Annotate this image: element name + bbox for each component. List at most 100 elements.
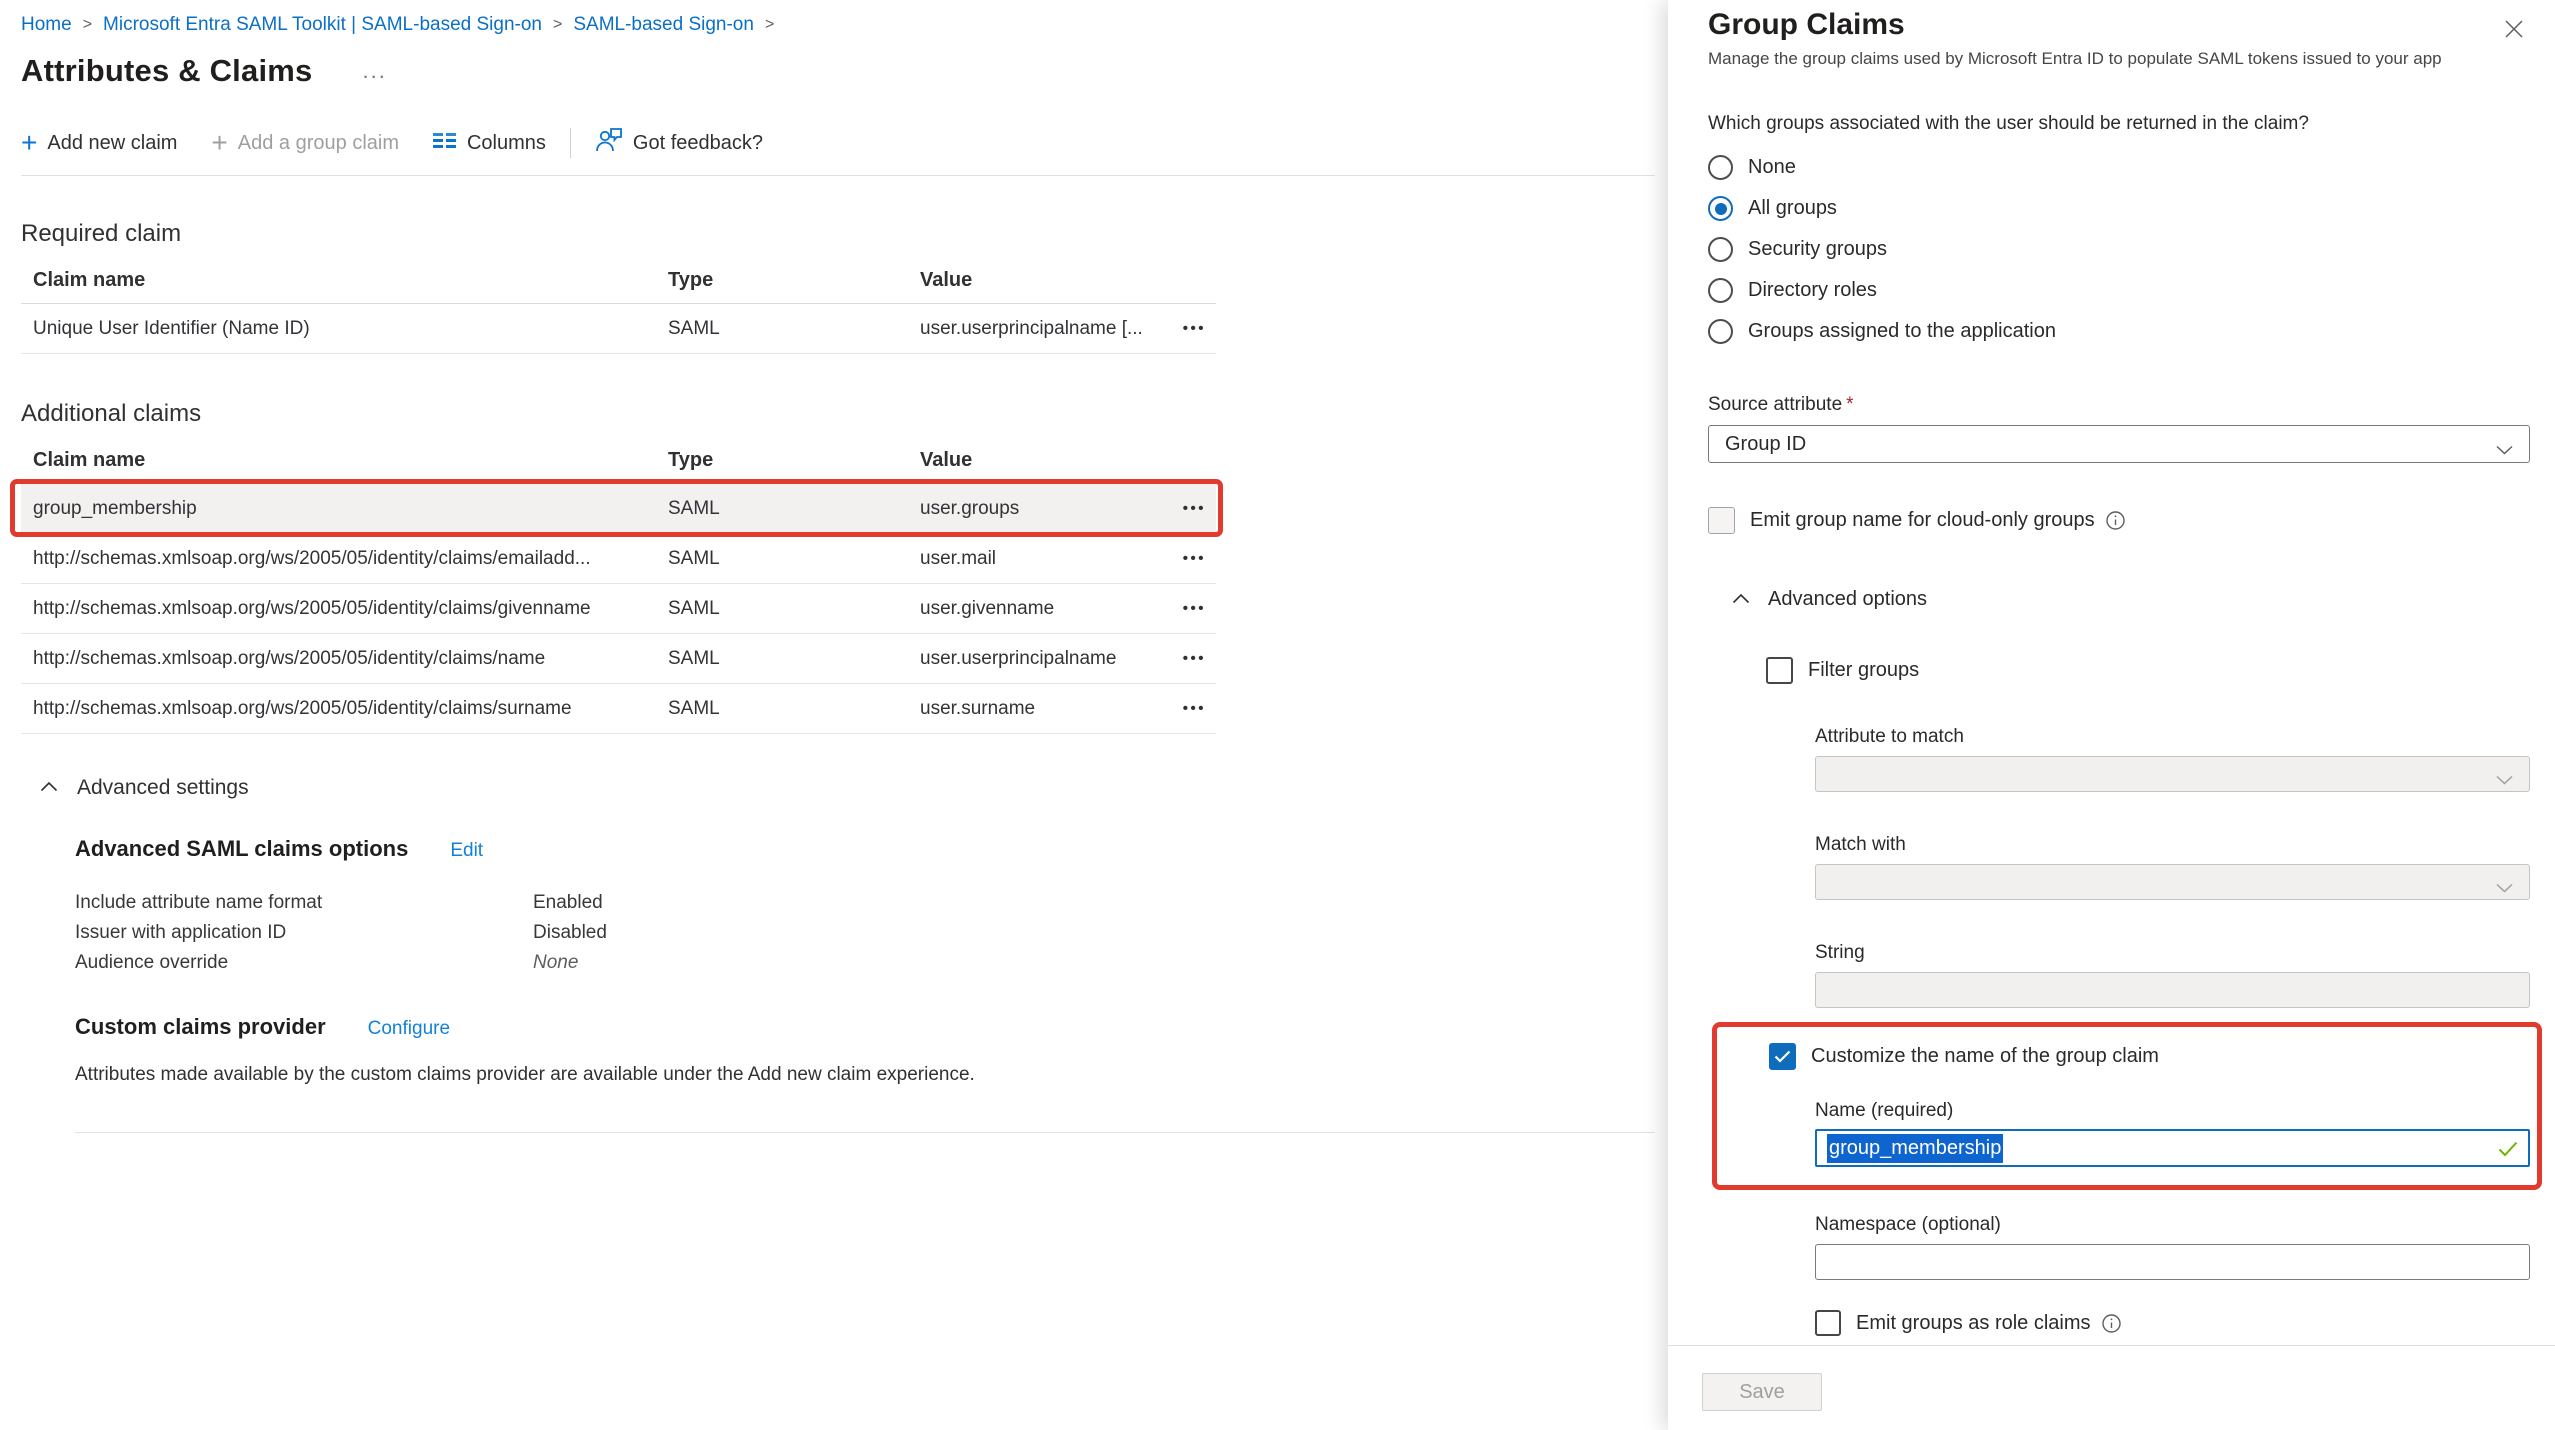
setting-row: Issuer with application ID Disabled (75, 918, 1668, 948)
commands-toolbar: + Add new claim + Add a group claim Colu… (21, 123, 1668, 163)
chevron-up-icon (1732, 591, 1750, 609)
namespace-label: Namespace (optional) (1815, 1214, 2530, 1236)
source-attribute-label: Source attribute* (1708, 394, 2530, 416)
table-row[interactable]: http://schemas.xmlsoap.org/ws/2005/05/id… (21, 634, 1216, 684)
breadcrumb-app-link[interactable]: Microsoft Entra SAML Toolkit | SAML-base… (103, 14, 542, 36)
chevron-up-icon (40, 779, 58, 797)
radio-selected-icon (1708, 196, 1733, 221)
table-row-group-membership[interactable]: group_membership SAML user.groups ••• (21, 484, 1216, 534)
radio-icon (1708, 319, 1733, 344)
group-type-question: Which groups associated with the user sh… (1708, 113, 2530, 135)
advanced-settings-toggle[interactable]: Advanced settings (40, 776, 1668, 800)
row-more-actions-icon[interactable]: ••• (1160, 650, 1216, 667)
valid-check-icon (2498, 1141, 2518, 1162)
checkbox-checked-icon (1769, 1043, 1796, 1070)
emit-roles-checkbox[interactable]: Emit groups as role claims (1815, 1310, 2530, 1336)
selected-text: group_membership (1827, 1134, 2003, 1163)
table-header-row: Claim name Type Value (21, 258, 1216, 304)
required-asterisk: * (1846, 394, 1853, 415)
add-group-claim-button[interactable]: + Add a group claim (211, 132, 399, 155)
info-icon[interactable] (2105, 510, 2126, 531)
custom-claims-provider-title: Custom claims provider (75, 1014, 326, 1040)
radio-icon (1708, 278, 1733, 303)
string-label: String (1815, 942, 2530, 964)
row-more-actions-icon[interactable]: ••• (1160, 600, 1216, 617)
additional-claims-table: Claim name Type Value group_membership S… (21, 438, 1216, 734)
checkbox-unchecked-icon (1708, 507, 1735, 534)
additional-claims-section-title: Additional claims (21, 400, 1668, 428)
advanced-options-toggle[interactable]: Advanced options (1732, 588, 2530, 611)
required-claim-table: Claim name Type Value Unique User Identi… (21, 258, 1216, 354)
column-header-type[interactable]: Type (668, 449, 920, 472)
radio-none[interactable]: None (1708, 147, 2530, 188)
match-with-dropdown[interactable] (1815, 864, 2530, 900)
custom-claims-provider-description: Attributes made available by the custom … (75, 1064, 1055, 1086)
column-header-value[interactable]: Value (920, 269, 1160, 292)
info-icon[interactable] (2101, 1313, 2122, 1334)
page-title: Attributes & Claims (21, 53, 312, 89)
column-header-type[interactable]: Type (668, 269, 920, 292)
radio-security-groups[interactable]: Security groups (1708, 229, 2530, 270)
table-row[interactable]: http://schemas.xmlsoap.org/ws/2005/05/id… (21, 584, 1216, 634)
section-divider (75, 1132, 1655, 1133)
attribute-to-match-label: Attribute to match (1815, 726, 2530, 748)
panel-footer: Save (1668, 1345, 2555, 1430)
setting-row: Audience override None (75, 948, 1668, 978)
save-button[interactable]: Save (1702, 1373, 1822, 1411)
toolbar-bottom-divider (21, 175, 1655, 176)
table-row[interactable]: http://schemas.xmlsoap.org/ws/2005/05/id… (21, 684, 1216, 734)
columns-button[interactable]: Columns (433, 130, 546, 156)
row-more-actions-icon[interactable]: ••• (1160, 550, 1216, 567)
table-row[interactable]: Unique User Identifier (Name ID) SAML us… (21, 304, 1216, 354)
setting-value: Enabled (533, 888, 1668, 918)
red-annotation-box: Customize the name of the group claim Na… (1712, 1022, 2542, 1190)
radio-icon (1708, 237, 1733, 262)
row-more-actions-icon[interactable]: ••• (1160, 500, 1216, 517)
setting-value: Disabled (533, 918, 1668, 948)
plus-icon: + (21, 133, 37, 153)
setting-value: None (533, 948, 1668, 978)
namespace-input[interactable] (1815, 1244, 2530, 1280)
setting-row: Include attribute name format Enabled (75, 888, 1668, 918)
radio-all-groups[interactable]: All groups (1708, 188, 2530, 229)
group-type-radio-group: None All groups Security groups Director… (1708, 147, 2530, 352)
source-attribute-dropdown[interactable]: Group ID (1708, 425, 2530, 463)
radio-icon (1708, 155, 1733, 180)
column-header-claim-name[interactable]: Claim name (21, 449, 668, 472)
attribute-to-match-dropdown[interactable] (1815, 756, 2530, 792)
more-actions-icon[interactable]: ... (362, 58, 386, 84)
column-header-claim-name[interactable]: Claim name (21, 269, 668, 292)
table-row[interactable]: http://schemas.xmlsoap.org/ws/2005/05/id… (21, 534, 1216, 584)
breadcrumb-home-link[interactable]: Home (21, 14, 72, 36)
match-with-label: Match with (1815, 834, 2530, 856)
chevron-down-icon (2496, 768, 2513, 791)
radio-groups-assigned[interactable]: Groups assigned to the application (1708, 311, 2530, 352)
panel-subtitle: Manage the group claims used by Microsof… (1708, 49, 2530, 69)
name-required-label: Name (required) (1815, 1100, 2537, 1122)
breadcrumb-separator: > (552, 16, 563, 34)
chevron-down-icon (2496, 876, 2513, 899)
panel-title: Group Claims (1708, 8, 2530, 42)
table-header-row: Claim name Type Value (21, 438, 1216, 484)
checkbox-unchecked-icon (1766, 657, 1793, 684)
filter-groups-checkbox[interactable]: Filter groups (1766, 657, 2530, 684)
got-feedback-button[interactable]: Got feedback? (595, 127, 763, 159)
row-more-actions-icon[interactable]: ••• (1160, 700, 1216, 717)
string-input[interactable] (1815, 972, 2530, 1008)
edit-link[interactable]: Edit (450, 840, 483, 862)
group-claim-name-input[interactable]: group_membership (1815, 1129, 2530, 1167)
configure-link[interactable]: Configure (368, 1018, 450, 1040)
checkbox-unchecked-icon (1815, 1310, 1841, 1336)
breadcrumb-separator: > (764, 16, 775, 34)
column-header-value[interactable]: Value (920, 449, 1160, 472)
breadcrumb-signon-link[interactable]: SAML-based Sign-on (573, 14, 754, 36)
row-more-actions-icon[interactable]: ••• (1160, 320, 1216, 337)
add-new-claim-button[interactable]: + Add new claim (21, 132, 177, 155)
emit-group-name-checkbox[interactable]: Emit group name for cloud-only groups (1708, 507, 2530, 534)
radio-directory-roles[interactable]: Directory roles (1708, 270, 2530, 311)
customize-name-checkbox[interactable]: Customize the name of the group claim (1769, 1043, 2537, 1070)
toolbar-divider (570, 128, 571, 158)
chevron-down-icon (2496, 438, 2513, 461)
group-claims-panel: Group Claims Manage the group claims use… (1668, 0, 2555, 1430)
advanced-saml-options-title: Advanced SAML claims options (75, 836, 408, 862)
